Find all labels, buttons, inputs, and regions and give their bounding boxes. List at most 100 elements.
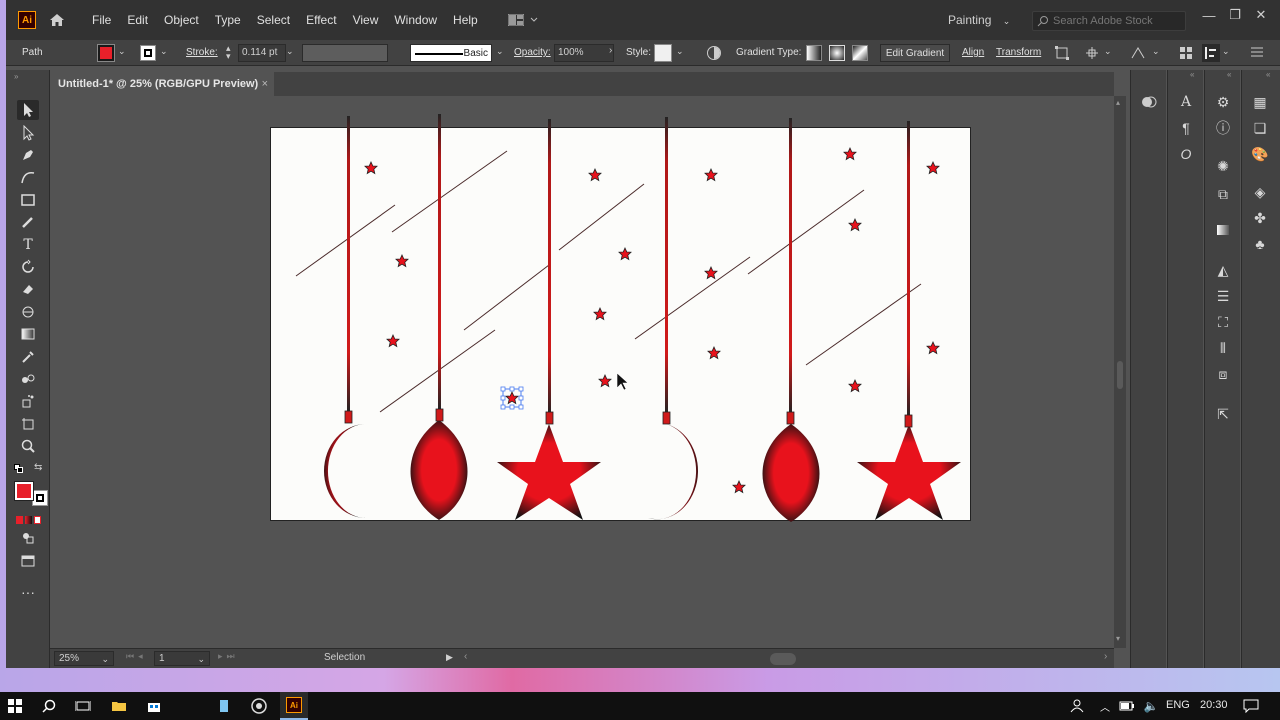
default-colors-icon[interactable] bbox=[14, 464, 24, 474]
artboard[interactable] bbox=[270, 114, 972, 522]
minimize-button[interactable]: — bbox=[1196, 0, 1222, 30]
collapse-icon[interactable]: » bbox=[14, 72, 18, 81]
selection-tool[interactable] bbox=[17, 100, 39, 120]
artboard-nav-last-icon[interactable]: ▸⏭ bbox=[218, 651, 239, 662]
fill-color-box[interactable] bbox=[14, 481, 34, 501]
curvature-tool[interactable] bbox=[17, 167, 39, 187]
pathfinder-panel-icon[interactable]: ⧈ bbox=[1213, 364, 1233, 384]
symbol-sprayer-tool[interactable] bbox=[17, 391, 39, 411]
eraser-tool[interactable] bbox=[17, 279, 39, 299]
artboard-nav-first-icon[interactable]: ⏮◂ bbox=[126, 651, 147, 662]
puppet-warp-icon[interactable] bbox=[1130, 45, 1146, 61]
freeform-gradient-button[interactable] bbox=[852, 45, 868, 61]
color-panel-icon[interactable]: 🎨 bbox=[1250, 144, 1270, 164]
close-tab-button[interactable]: × bbox=[262, 72, 268, 96]
color-guide-icon[interactable]: ✺ bbox=[1213, 156, 1233, 176]
paintbrush-tool[interactable] bbox=[17, 212, 39, 232]
menu-icon[interactable] bbox=[1250, 46, 1264, 58]
tray-expand-icon[interactable]: ︿ bbox=[1094, 696, 1116, 716]
pen-tool[interactable] bbox=[17, 145, 39, 165]
opentype-panel-icon[interactable]: O bbox=[1176, 144, 1196, 164]
artboard-tool[interactable] bbox=[17, 414, 39, 434]
linear-gradient-button[interactable] bbox=[806, 45, 822, 61]
scroll-up-icon[interactable]: ▴ bbox=[1116, 98, 1120, 107]
home-icon[interactable] bbox=[48, 11, 66, 29]
gradient-panel-icon[interactable] bbox=[1213, 220, 1233, 240]
properties-panel-icon[interactable]: ⚙ bbox=[1213, 92, 1233, 112]
scroll-down-icon[interactable]: ▾ bbox=[1116, 634, 1120, 643]
opacity-label[interactable]: Opacity: bbox=[514, 47, 551, 58]
transparency-panel-icon[interactable]: ◭ bbox=[1213, 260, 1233, 280]
opacity-field[interactable]: 100% bbox=[554, 44, 614, 62]
eyedropper-tool[interactable] bbox=[17, 347, 39, 367]
chevron-down-icon[interactable]: ⌄ bbox=[1152, 46, 1160, 57]
gradient-tool[interactable] bbox=[17, 324, 39, 344]
menu-file[interactable]: File bbox=[84, 0, 119, 40]
appearance-panel-icon[interactable] bbox=[1139, 92, 1159, 112]
recolor-panel-icon[interactable]: ⧉ bbox=[1213, 184, 1233, 204]
artboard-number-field[interactable]: 1 ⌄ bbox=[154, 651, 210, 666]
battery-icon[interactable] bbox=[1116, 696, 1138, 716]
stroke-swatch[interactable] bbox=[140, 45, 156, 61]
scroll-left-icon[interactable]: ‹ bbox=[464, 651, 467, 662]
volume-icon[interactable]: 🔈 bbox=[1140, 696, 1162, 716]
edit-gradient-button[interactable]: Edit Gradient bbox=[880, 44, 950, 62]
stock-search-input[interactable] bbox=[1053, 15, 1183, 27]
menu-type[interactable]: Type bbox=[207, 0, 249, 40]
symbols-panel-icon[interactable]: ✤ bbox=[1250, 208, 1270, 228]
menu-view[interactable]: View bbox=[345, 0, 387, 40]
maximize-button[interactable]: ❐ bbox=[1222, 0, 1248, 30]
rotate-tool[interactable] bbox=[17, 257, 39, 277]
radial-gradient-button[interactable] bbox=[829, 45, 845, 61]
chevron-down-icon[interactable]: ⌄ bbox=[286, 46, 294, 57]
transform-link[interactable]: Transform bbox=[996, 47, 1041, 58]
people-icon[interactable] bbox=[1066, 696, 1088, 716]
workspace-switcher[interactable]: Painting ⌄ bbox=[948, 0, 1010, 41]
info-panel-icon[interactable]: ⓘ bbox=[1213, 118, 1233, 138]
scroll-right-icon[interactable]: › bbox=[1104, 651, 1107, 662]
color-mode-buttons[interactable] bbox=[16, 516, 42, 524]
zoom-tool[interactable] bbox=[17, 436, 39, 456]
character-panel-icon[interactable]: A bbox=[1176, 92, 1196, 112]
arrange-panels-icon[interactable] bbox=[1178, 45, 1194, 61]
artwork[interactable] bbox=[271, 114, 972, 522]
windows-start-button[interactable] bbox=[4, 696, 26, 716]
edit-toolbar-button[interactable]: ··· bbox=[17, 582, 39, 602]
paragraph-panel-icon[interactable]: ¶ bbox=[1176, 118, 1196, 138]
type-tool[interactable]: T bbox=[17, 235, 39, 255]
selected-star[interactable] bbox=[500, 386, 524, 410]
zoom-field[interactable]: 25% ⌄ bbox=[54, 651, 114, 666]
input-language[interactable]: ENG bbox=[1166, 699, 1190, 711]
document-tab[interactable]: Untitled-1* @ 25% (RGB/GPU Preview) × bbox=[50, 72, 274, 96]
align-to-icon[interactable] bbox=[1202, 44, 1220, 62]
libraries-panel-icon[interactable]: ▦ bbox=[1250, 92, 1270, 112]
horizontal-scroll-thumb[interactable] bbox=[770, 653, 796, 665]
chevron-right-icon[interactable]: › bbox=[609, 45, 612, 56]
close-window-button[interactable]: ✕ bbox=[1248, 0, 1274, 30]
layers-panel-icon[interactable]: ◈ bbox=[1250, 182, 1270, 202]
transform-again-icon[interactable] bbox=[1084, 45, 1100, 61]
taskbar-clock[interactable]: 20:30 bbox=[1200, 699, 1228, 711]
status-menu-arrow-icon[interactable]: ▶ bbox=[446, 652, 453, 663]
collapse-icon[interactable]: « bbox=[1190, 70, 1194, 79]
arrange-documents-button[interactable] bbox=[507, 11, 542, 29]
vertical-scrollbar[interactable]: ▴ ▾ bbox=[1114, 96, 1126, 648]
collapse-icon[interactable]: « bbox=[1227, 70, 1231, 79]
vertical-scroll-thumb[interactable] bbox=[1117, 361, 1123, 389]
chevron-down-icon[interactable]: ⌄ bbox=[1222, 46, 1230, 57]
chevron-down-icon[interactable]: ⌄ bbox=[496, 46, 504, 57]
isolate-icon[interactable] bbox=[1054, 45, 1070, 61]
transform-panel-icon[interactable]: ⛶ bbox=[1213, 312, 1233, 332]
stroke-stepper-icon[interactable]: ▴ ▾ bbox=[226, 44, 231, 61]
width-tool[interactable] bbox=[17, 302, 39, 322]
action-center-icon[interactable] bbox=[1240, 696, 1262, 716]
align-panel-icon[interactable]: ⫴ bbox=[1213, 338, 1233, 358]
swap-colors-icon[interactable]: ⇆ bbox=[34, 462, 42, 473]
chevron-down-icon[interactable]: ⌄ bbox=[118, 46, 126, 57]
export-panel-icon[interactable]: ⇱ bbox=[1213, 404, 1233, 424]
screen-mode-button[interactable] bbox=[17, 551, 39, 571]
chevron-down-icon[interactable]: ⌄ bbox=[676, 46, 684, 57]
artboards-panel-icon[interactable]: ❏ bbox=[1250, 118, 1270, 138]
canvas-area[interactable] bbox=[50, 96, 1114, 648]
chevron-down-icon[interactable]: ⌄ bbox=[160, 46, 168, 57]
